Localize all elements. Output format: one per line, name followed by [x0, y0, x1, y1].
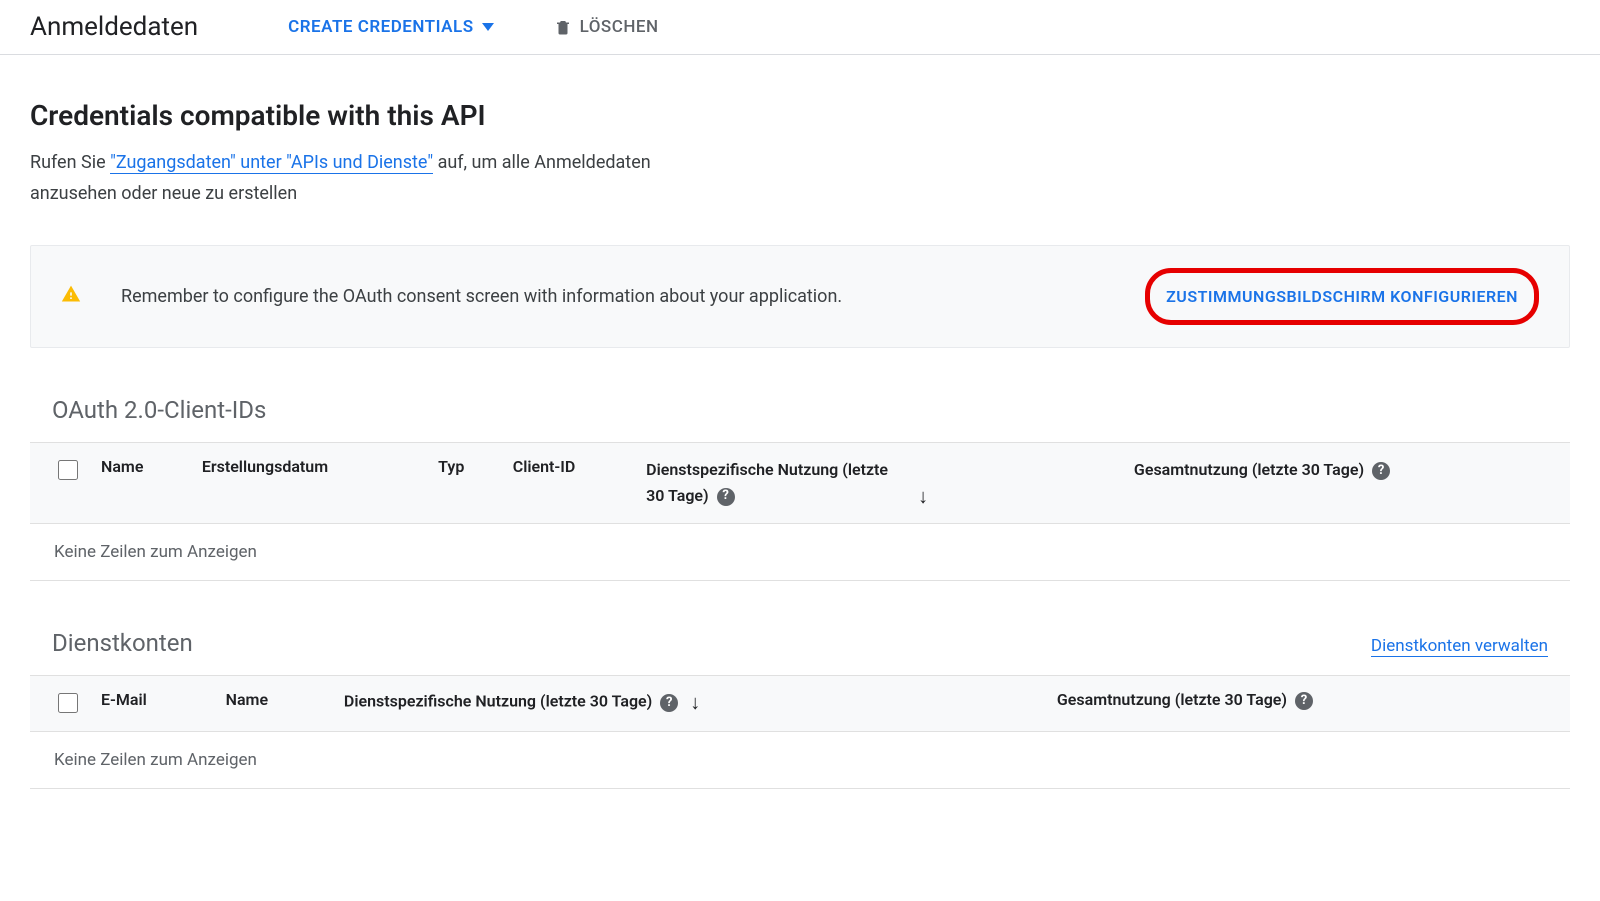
main-heading: Credentials compatible with this API	[30, 99, 1570, 132]
col-total-usage-label: Gesamtnutzung (letzte 30 Tage)	[1134, 460, 1364, 479]
accounts-table: E-Mail Name Dienstspezifische Nutzung (l…	[30, 675, 1570, 789]
page-title: Anmeldedaten	[30, 12, 198, 42]
accounts-empty-text: Keine Zeilen zum Anzeigen	[30, 732, 1570, 789]
col-client-id[interactable]: Client-ID	[503, 443, 636, 524]
col-email[interactable]: E-Mail	[91, 676, 216, 732]
content-area: Credentials compatible with this API Ruf…	[0, 55, 1600, 809]
header-bar: Anmeldedaten CREATE CREDENTIALS LÖSCHEN	[0, 0, 1600, 55]
col-service-usage-label: Dienstspezifische Nutzung (letzte 30 Tag…	[646, 460, 888, 505]
col-total-usage[interactable]: Gesamtnutzung (letzte 30 Tage) ?	[1047, 676, 1570, 732]
delete-button[interactable]: LÖSCHEN	[554, 17, 659, 37]
create-credentials-button[interactable]: CREATE CREDENTIALS	[288, 17, 493, 37]
oauth-consent-alert: Remember to configure the OAuth consent …	[30, 245, 1570, 348]
sort-down-icon[interactable]: ↓	[690, 690, 700, 715]
oauth-clients-section: OAuth 2.0-Client-IDs Name Erstellungsdat…	[30, 396, 1570, 581]
chevron-down-icon	[482, 23, 494, 31]
accounts-select-all-checkbox[interactable]	[58, 693, 78, 713]
help-icon[interactable]: ?	[1372, 462, 1390, 480]
oauth-empty-row: Keine Zeilen zum Anzeigen	[30, 524, 1570, 581]
delete-label: LÖSCHEN	[580, 17, 659, 37]
configure-consent-button[interactable]: ZUSTIMMUNGSBILDSCHIRM KONFIGURIEREN	[1145, 268, 1539, 325]
warning-icon	[61, 284, 81, 309]
col-service-usage-label: Dienstspezifische Nutzung (letzte 30 Tag…	[344, 692, 652, 711]
oauth-section-title: OAuth 2.0-Client-IDs	[52, 396, 266, 424]
accounts-empty-row: Keine Zeilen zum Anzeigen	[30, 732, 1570, 789]
col-name[interactable]: Name	[216, 676, 334, 732]
col-total-usage-label: Gesamtnutzung (letzte 30 Tage)	[1057, 690, 1287, 709]
intro-text: Rufen Sie "Zugangsdaten" unter "APIs und…	[30, 148, 730, 209]
oauth-select-all-checkbox[interactable]	[58, 460, 78, 480]
oauth-empty-text: Keine Zeilen zum Anzeigen	[30, 524, 1570, 581]
col-created[interactable]: Erstellungsdatum	[192, 443, 428, 524]
credentials-link[interactable]: "Zugangsdaten" unter "APIs und Dienste"	[110, 152, 433, 174]
manage-accounts-link[interactable]: Dienstkonten verwalten	[1371, 636, 1548, 657]
help-icon[interactable]: ?	[660, 694, 678, 712]
help-icon[interactable]: ?	[717, 488, 735, 506]
trash-icon	[554, 17, 572, 37]
sort-down-icon[interactable]: ↓	[918, 484, 928, 509]
create-credentials-label: CREATE CREDENTIALS	[288, 17, 473, 37]
help-icon[interactable]: ?	[1295, 692, 1313, 710]
accounts-section-title: Dienstkonten	[52, 629, 193, 657]
oauth-table: Name Erstellungsdatum Typ Client-ID Dien…	[30, 442, 1570, 581]
intro-pre: Rufen Sie	[30, 152, 110, 173]
col-name[interactable]: Name	[91, 443, 192, 524]
col-service-usage[interactable]: Dienstspezifische Nutzung (letzte 30 Tag…	[636, 443, 1124, 524]
alert-text: Remember to configure the OAuth consent …	[121, 286, 1105, 307]
col-total-usage[interactable]: Gesamtnutzung (letzte 30 Tage) ?	[1124, 443, 1570, 524]
col-type[interactable]: Typ	[428, 443, 503, 524]
col-service-usage[interactable]: Dienstspezifische Nutzung (letzte 30 Tag…	[334, 676, 1047, 732]
service-accounts-section: Dienstkonten Dienstkonten verwalten E-Ma…	[30, 629, 1570, 789]
